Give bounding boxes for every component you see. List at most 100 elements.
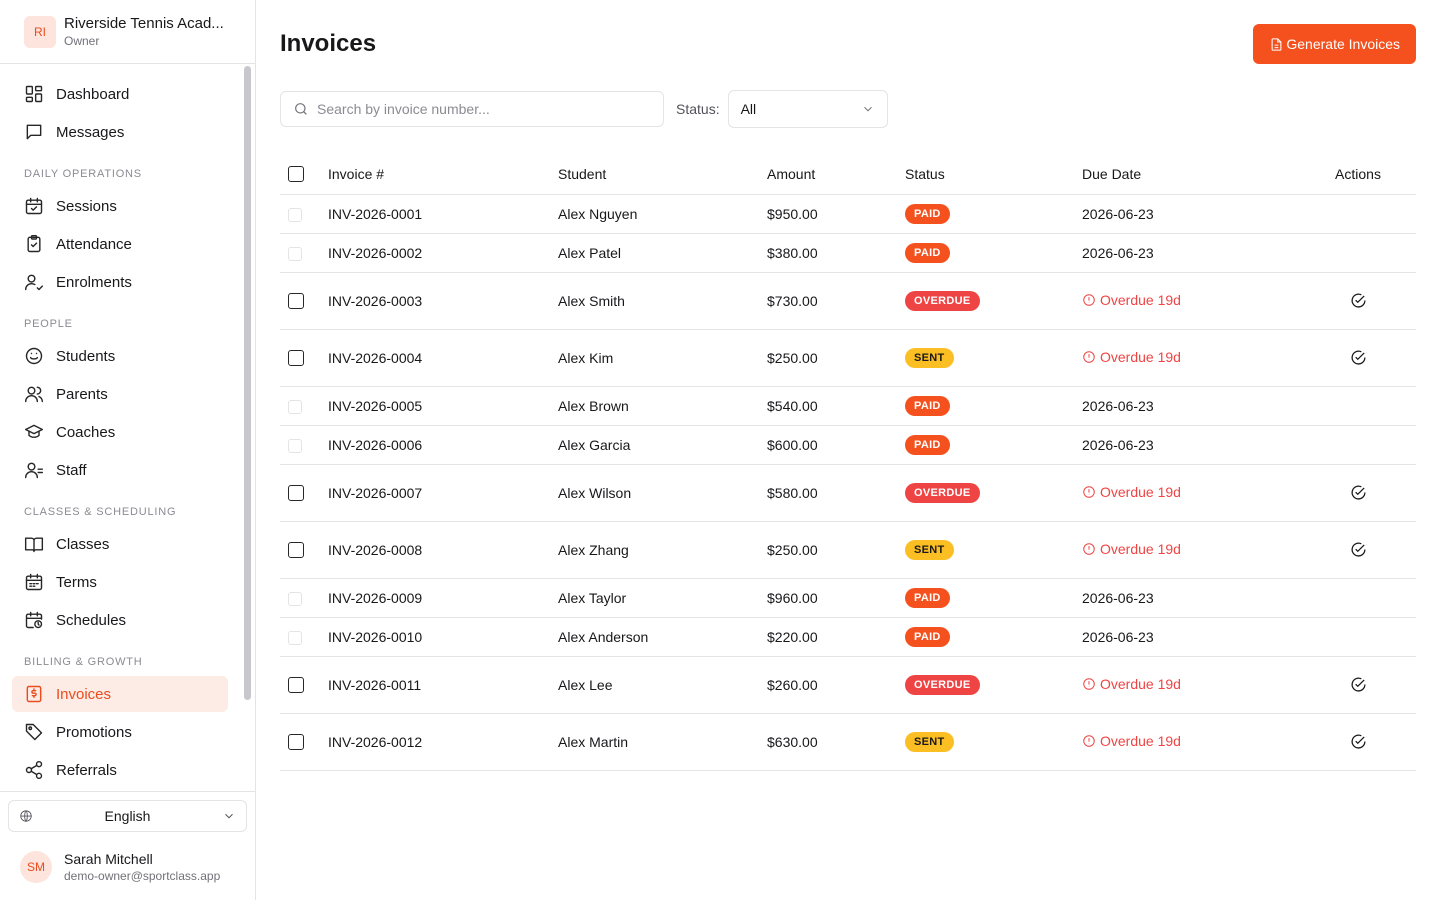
overdue-indicator: Overdue 19d <box>1082 541 1181 557</box>
language-select[interactable]: English <box>8 800 247 832</box>
row-checkbox[interactable] <box>288 677 304 694</box>
search-box[interactable] <box>280 91 664 127</box>
overdue-indicator: Overdue 19d <box>1082 484 1181 500</box>
sidebar: RI Riverside Tennis Acad... Owner Dashbo… <box>0 0 256 900</box>
user-email: demo-owner@sportclass.app <box>64 869 221 883</box>
header-amount[interactable]: Amount <box>767 154 905 195</box>
calendar-icon <box>25 573 43 591</box>
table-row[interactable]: INV-2026-0010 Alex Anderson $220.00 PAID 202… <box>280 617 1416 657</box>
select-all-checkbox[interactable] <box>288 166 304 183</box>
due-date-text: 2026-06-23 <box>1082 628 1154 645</box>
sidebar-item-sessions[interactable]: Sessions <box>12 188 228 224</box>
sidebar-item-enrolments[interactable]: Enrolments <box>12 264 228 300</box>
invoice-number: INV-2026-0007 <box>328 464 558 522</box>
row-checkbox <box>288 246 302 261</box>
calendar-clock-icon <box>25 611 43 629</box>
user-profile[interactable]: SM Sarah Mitchell demo-owner@sportclass.… <box>0 840 255 900</box>
mark-paid-icon[interactable] <box>1350 484 1367 501</box>
status-filter-select[interactable]: All <box>727 90 888 128</box>
student-name: Alex Taylor <box>558 578 767 618</box>
sidebar-item-label: Classes <box>56 535 110 553</box>
status-badge: PAID <box>905 395 950 416</box>
sidebar-item-attendance[interactable]: Attendance <box>12 226 228 262</box>
mark-paid-icon[interactable] <box>1350 541 1367 558</box>
mark-paid-icon[interactable] <box>1350 733 1367 750</box>
row-checkbox[interactable] <box>288 350 304 367</box>
sidebar-scrollbar[interactable] <box>244 66 251 700</box>
row-checkbox[interactable] <box>288 293 304 310</box>
sidebar-item-parents[interactable]: Parents <box>12 376 228 412</box>
org-name: Riverside Tennis Acad... <box>64 15 224 32</box>
table-row[interactable]: INV-2026-0009 Alex Taylor $960.00 PAID 2026-… <box>280 578 1416 618</box>
sidebar-item-promotions[interactable]: Promotions <box>12 714 228 750</box>
invoice-number: INV-2026-0004 <box>328 329 558 387</box>
sidebar-item-schedules[interactable]: Schedules <box>12 602 228 638</box>
alert-circle-icon <box>1083 485 1095 498</box>
row-actions <box>1300 194 1416 234</box>
sidebar-item-label: Invoices <box>56 685 112 703</box>
status-badge: PAID <box>905 626 950 647</box>
row-actions <box>1300 617 1416 657</box>
sidebar-item-staff[interactable]: Staff <box>12 452 228 488</box>
sidebar-item-label: Parents <box>56 385 108 403</box>
row-actions <box>1300 272 1416 330</box>
status-badge: SENT <box>905 539 954 560</box>
table-row[interactable]: INV-2026-0003 Alex Smith $730.00 OVERDUE Ove… <box>280 272 1416 330</box>
users-icon <box>24 386 44 403</box>
table-row[interactable]: INV-2026-0007 Alex Wilson $580.00 OVERDUE Ov… <box>280 464 1416 522</box>
org-switcher[interactable]: RI Riverside Tennis Acad... Owner <box>0 0 255 64</box>
header-due-date[interactable]: Due Date <box>1082 154 1300 195</box>
table-row[interactable]: INV-2026-0006 Alex Garcia $600.00 PAID 2026-… <box>280 425 1416 465</box>
due-date-text: Overdue 19d <box>1100 291 1181 308</box>
row-checkbox[interactable] <box>288 542 304 559</box>
invoice-number: INV-2026-0003 <box>328 272 558 330</box>
alert-circle-icon <box>1083 677 1095 690</box>
sidebar-item-dashboard[interactable]: Dashboard <box>12 76 228 112</box>
mark-paid-icon[interactable] <box>1350 292 1367 309</box>
sidebar-item-classes[interactable]: Classes <box>12 526 228 562</box>
sidebar-item-messages[interactable]: Messages <box>12 114 228 150</box>
table-row[interactable]: INV-2026-0012 Alex Martin $630.00 SENT Overd… <box>280 713 1416 771</box>
language-value: English <box>104 808 151 824</box>
header-status[interactable]: Status <box>905 154 1082 195</box>
due-date-text: 2026-06-23 <box>1082 244 1154 261</box>
due-date-text: Overdue 19d <box>1100 348 1181 365</box>
due-date-text: Overdue 19d <box>1100 540 1181 557</box>
row-checkbox[interactable] <box>288 485 304 502</box>
invoice-amount: $960.00 <box>767 578 905 618</box>
student-name: Alex Anderson <box>558 617 767 657</box>
search-input[interactable] <box>317 101 637 117</box>
student-name: Alex Garcia <box>558 425 767 465</box>
due-date-text: 2026-06-23 <box>1082 589 1154 606</box>
sidebar-item-students[interactable]: Students <box>12 338 228 374</box>
mark-paid-icon[interactable] <box>1350 676 1367 693</box>
table-row[interactable]: INV-2026-0005 Alex Brown $540.00 PAID 2026-0… <box>280 386 1416 426</box>
sidebar-item-invoices[interactable]: Invoices <box>12 676 228 712</box>
row-checkbox <box>288 591 302 606</box>
table-row[interactable]: INV-2026-0008 Alex Zhang $250.00 SENT Overdu… <box>280 521 1416 579</box>
invoice-amount: $540.00 <box>767 386 905 426</box>
header-student[interactable]: Student <box>558 154 767 195</box>
invoice-number: INV-2026-0001 <box>328 194 558 234</box>
sidebar-item-terms[interactable]: Terms <box>12 564 228 600</box>
chevron-down-icon <box>863 106 872 112</box>
row-actions <box>1300 464 1416 522</box>
generate-invoices-button[interactable]: Generate Invoices <box>1253 24 1416 64</box>
invoice-number: INV-2026-0009 <box>328 578 558 618</box>
table-row[interactable]: INV-2026-0011 Alex Lee $260.00 OVERDUE Overd… <box>280 656 1416 714</box>
row-actions <box>1300 425 1416 465</box>
table-row[interactable]: INV-2026-0004 Alex Kim $250.00 SENT Overdue … <box>280 329 1416 387</box>
due-date-text: Overdue 19d <box>1100 732 1181 749</box>
row-checkbox[interactable] <box>288 734 304 751</box>
sidebar-item-label: Promotions <box>56 723 132 741</box>
header-invoice[interactable]: Invoice # <box>328 154 558 195</box>
status-badge: PAID <box>905 242 950 263</box>
table-row[interactable]: INV-2026-0001 Alex Nguyen $950.00 PAID 2026-… <box>280 194 1416 234</box>
status-filter-value: All <box>740 101 757 117</box>
sidebar-section-title: PEOPLE <box>24 318 73 330</box>
mark-paid-icon[interactable] <box>1350 349 1367 366</box>
student-name: Alex Nguyen <box>558 194 767 234</box>
sidebar-item-referrals[interactable]: Referrals <box>12 752 228 788</box>
sidebar-item-coaches[interactable]: Coaches <box>12 414 228 450</box>
table-row[interactable]: INV-2026-0002 Alex Patel $380.00 PAID 2026-0… <box>280 233 1416 273</box>
